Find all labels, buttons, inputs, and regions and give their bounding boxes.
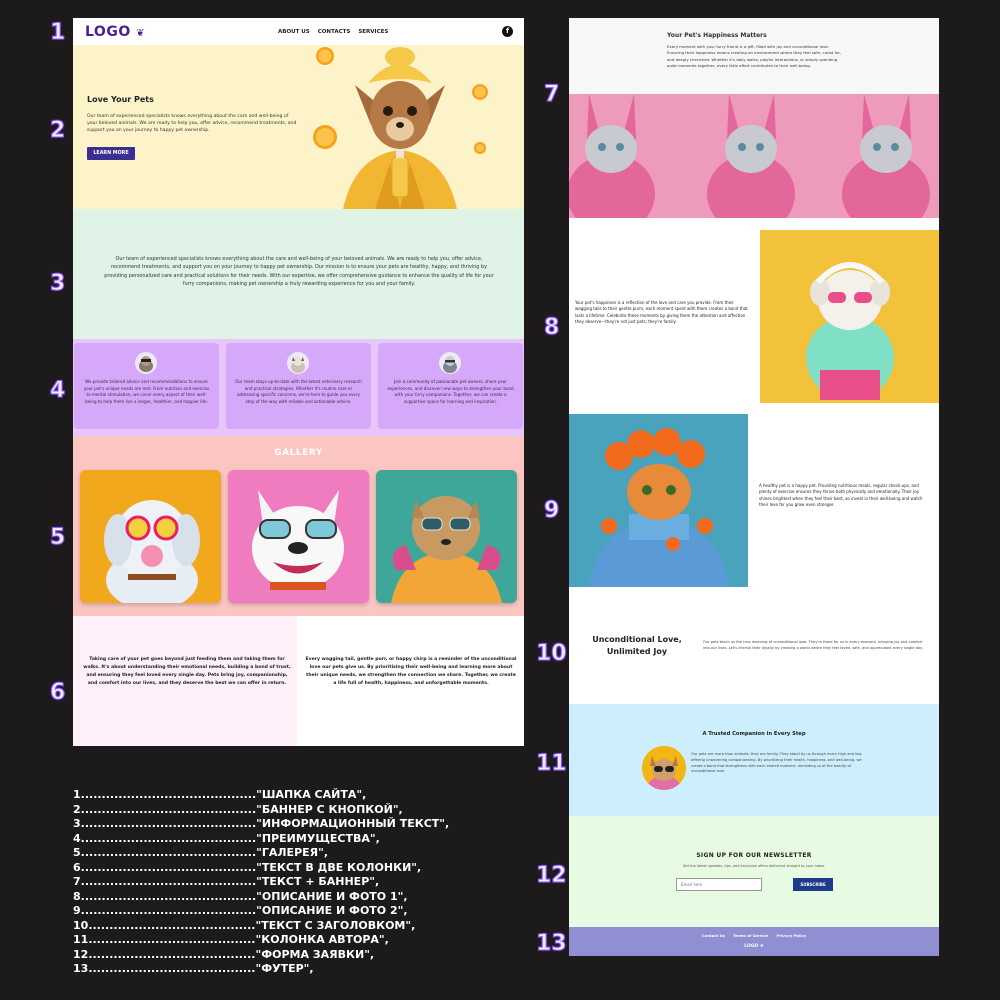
gallery-title: GALLERY [274,448,323,458]
info-text-section: Our team of experienced specialists know… [73,209,524,339]
main-nav: ABOUT US CONTACTS SERVICES [278,29,388,35]
gallery-photo-pomeranian-jacket[interactable] [376,470,517,603]
pet-avatar-icon [287,352,309,374]
nav-contacts[interactable]: CONTACTS [318,29,351,35]
advantage-card: Join a community of passionate pet owner… [378,343,523,429]
author-avatar [642,746,686,790]
nav-services[interactable]: SERVICES [358,29,388,35]
dog-headphones-photo [760,230,939,403]
footer-links: Contact Us Terms of Service Privacy Poli… [569,933,939,938]
site-header: LOGO ❦ ABOUT US CONTACTS SERVICES f [73,18,524,45]
two-column-right: Every wagging tail, gentle purr, or happ… [297,616,524,746]
author-title: A Trusted Companion in Every Step [702,731,806,737]
banner-title: Love Your Pets [87,95,154,104]
advantage-text: We provide tailored advice and recommend… [83,379,210,404]
legend-row: 2.......................................… [73,802,403,816]
chihuahua-in-robe-image [343,47,457,209]
nav-about[interactable]: ABOUT US [278,29,310,35]
footer-link-terms[interactable]: Terms of Service [733,933,768,938]
advantages-section: We provide tailored advice and recommend… [73,339,524,436]
pink-bunny-cats-banner [569,94,939,218]
facebook-icon[interactable]: f [502,26,513,37]
legend-row: 6.......................................… [73,860,422,874]
gallery-photo-dog-bubblegum[interactable] [80,470,221,603]
bow-icon: ❦ [136,28,145,39]
description-photo-1: Your pet's happiness is a reflection of … [569,218,939,411]
footer-link-privacy[interactable]: Privacy Policy [776,933,806,938]
legend-row: 7.......................................… [73,875,380,888]
legend-row: 5.......................................… [73,846,329,859]
happiness-title: Your Pet's Happiness Matters [667,32,767,39]
section-number-8: 8 [543,315,560,340]
page-mockup-right: Your Pet's Happiness Matters Every momen… [569,18,939,956]
author-text: Our pets are more than animals; they are… [691,752,863,774]
banner-text: Our team of experienced specialists know… [87,114,297,134]
description-photo-2: A healthy pet is a happy pet. Providing … [569,411,939,591]
footer-logo[interactable]: LOGO ❦ [569,944,939,949]
site-footer: Contact Us Terms of Service Privacy Poli… [569,927,939,956]
gallery-section: GALLERY [73,436,524,616]
cat-knit-hat-photo [569,414,748,587]
section-legend: 1.......................................… [73,788,543,977]
legend-row: 4.......................................… [73,831,380,845]
advantage-text: Our team stays up-to-date with the lates… [235,379,362,404]
section-number-11: 11 [536,751,568,776]
email-input[interactable] [676,878,762,891]
text-banner-section: Your Pet's Happiness Matters Every momen… [569,18,939,218]
section-number-4: 4 [49,378,66,403]
pet-avatar-icon [135,352,157,374]
bow-icon: ❦ [759,944,764,949]
footer-link-contact[interactable]: Contact Us [702,933,725,938]
section-number-9: 9 [543,498,560,523]
newsletter-subtitle: Get the latest updates, tips, and exclus… [682,864,826,868]
section-number-2: 2 [49,118,66,143]
advantage-card: We provide tailored advice and recommend… [74,343,219,429]
two-column-text-section: Taking care of your pet goes beyond just… [73,616,524,746]
section-number-3: 3 [49,271,66,296]
photo2-text: A healthy pet is a happy pet. Providing … [759,483,923,508]
legend-row: 1.......................................… [73,788,367,801]
legend-row: 9.......................................… [73,904,408,917]
advantage-text: Join a community of passionate pet owner… [387,379,514,404]
two-column-right-text: Every wagging tail, gentle purr, or happ… [305,657,517,687]
page-mockup-left: LOGO ❦ ABOUT US CONTACTS SERVICES f Love… [73,18,524,746]
text-with-heading-section: Unconditional Love, Unlimited Joy Our pe… [569,591,939,704]
hero-banner: Love Your Pets Our team of experienced s… [73,45,524,209]
legend-row: 13......................................… [73,962,314,975]
advantage-card: Our team stays up-to-date with the lates… [226,343,371,429]
section-number-10: 10 [536,641,568,666]
unconditional-text: Our pets teach us the true meaning of un… [703,640,923,650]
section-number-1: 1 [49,20,66,45]
orange-slice-decor [472,84,488,100]
two-column-left: Taking care of your pet goes beyond just… [73,616,297,746]
two-column-left-text: Taking care of your pet goes beyond just… [83,657,291,687]
unconditional-title: Unconditional Love, Unlimited Joy [592,635,682,656]
happiness-text: Every moment with your furry friend is a… [667,44,842,68]
learn-more-button[interactable]: LEARN MORE [87,147,135,160]
legend-row: 3.......................................… [73,817,450,830]
section-number-6: 6 [49,680,66,705]
photo1-text: Your pet's happiness is a reflection of … [575,300,748,325]
legend-row: 8.......................................… [73,889,408,903]
orange-slice-decor [316,47,334,65]
gallery-photo-bulldog-sunglasses[interactable] [228,470,369,603]
pet-avatar-icon [439,352,461,374]
orange-slice-decor [474,142,486,154]
section-number-7: 7 [543,82,560,107]
legend-row: 10......................................… [73,918,416,932]
section-number-5: 5 [49,525,66,550]
legend-row: 12......................................… [73,947,375,961]
legend-row: 11......................................… [73,933,389,946]
logo[interactable]: LOGO ❦ [85,24,145,40]
author-column-section: A Trusted Companion in Every Step Our pe… [569,704,939,816]
subscribe-button[interactable]: SUBSCRIBE [793,878,833,891]
newsletter-form-section: SIGN UP FOR OUR NEWSLETTER Get the lates… [569,816,939,927]
newsletter-title: SIGN UP FOR OUR NEWSLETTER [696,852,812,859]
info-text: Our team of experienced specialists know… [104,256,494,287]
